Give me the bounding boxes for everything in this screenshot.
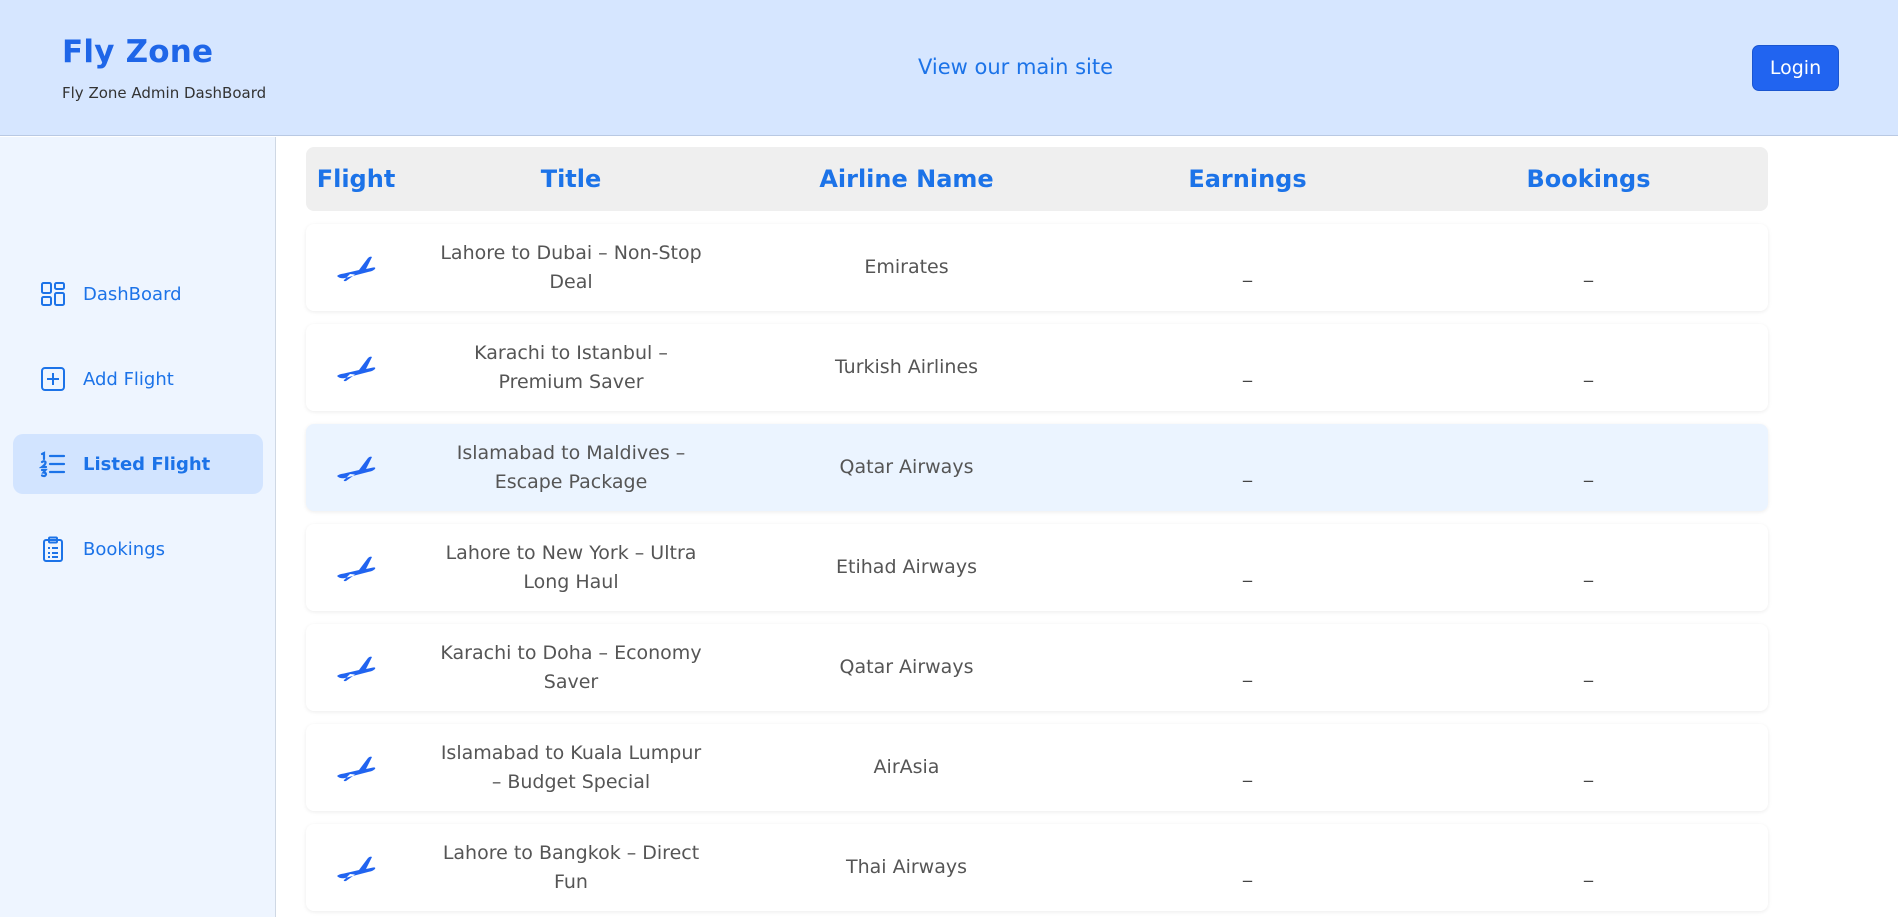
- clipboard-list-icon: [39, 535, 67, 563]
- table-header: Flight Title Airline Name Earnings Booki…: [306, 147, 1768, 211]
- sidebar-item-label: Add Flight: [83, 368, 174, 390]
- flight-cell: [306, 524, 406, 611]
- dashboard-grid-icon: [39, 280, 67, 308]
- flight-cell: [306, 324, 406, 411]
- sidebar-item-dashboard[interactable]: DashBoard: [13, 264, 263, 324]
- bookings-cell: _: [1584, 262, 1593, 283]
- airline-cell: Qatar Airways: [839, 656, 974, 678]
- sidebar-item-bookings[interactable]: Bookings: [13, 519, 263, 579]
- airplane-icon: [335, 353, 377, 383]
- top-header: Fly Zone Fly Zone Admin DashBoard View o…: [0, 0, 1898, 136]
- airline-cell: Turkish Airlines: [834, 356, 979, 378]
- airplane-icon: [335, 653, 377, 683]
- earnings-cell: _: [1243, 462, 1252, 483]
- title-cell: Lahore to Bangkok – Direct Fun: [442, 841, 700, 893]
- bookings-cell: _: [1584, 762, 1593, 783]
- plus-square-icon: [39, 365, 67, 393]
- bookings-cell: _: [1584, 462, 1593, 483]
- title-cell: Lahore to New York – Ultra Long Haul: [445, 541, 697, 593]
- column-header-title: Title: [540, 165, 602, 193]
- earnings-cell: _: [1243, 362, 1252, 383]
- airplane-icon: [335, 453, 377, 483]
- table-row[interactable]: Islamabad to Maldives – Escape Package Qa…: [306, 424, 1768, 511]
- column-header-bookings: Bookings: [1526, 165, 1651, 193]
- sidebar-item-label: Listed Flight: [83, 453, 211, 475]
- list-icon: [39, 450, 67, 478]
- table-row[interactable]: Karachi to Istanbul – Premium Saver Turki…: [306, 324, 1768, 411]
- flight-cell: [306, 624, 406, 711]
- airplane-icon: [335, 253, 377, 283]
- sidebar: DashBoard Add Flight Listed Flight Booki…: [0, 137, 276, 917]
- sidebar-item-listed-flight[interactable]: Listed Flight: [13, 434, 263, 494]
- airline-cell: AirAsia: [873, 756, 940, 778]
- title-cell: Islamabad to Kuala Lumpur – Budget Speci…: [440, 741, 702, 793]
- title-cell: Karachi to Doha – Economy Saver: [440, 641, 702, 693]
- earnings-cell: _: [1243, 862, 1252, 883]
- sidebar-item-label: DashBoard: [83, 283, 182, 305]
- sidebar-item-label: Bookings: [83, 538, 166, 560]
- flight-cell: [306, 724, 406, 811]
- flight-cell: [306, 224, 406, 311]
- login-button[interactable]: Login: [1752, 45, 1839, 91]
- flight-cell: [306, 424, 406, 511]
- column-header-earnings: Earnings: [1188, 165, 1307, 193]
- column-header-flight: Flight: [316, 165, 396, 193]
- bookings-cell: _: [1584, 662, 1593, 683]
- table-row[interactable]: Islamabad to Kuala Lumpur – Budget Speci…: [306, 724, 1768, 811]
- column-header-airline: Airline Name: [819, 165, 994, 193]
- airplane-icon: [335, 553, 377, 583]
- earnings-cell: _: [1243, 562, 1252, 583]
- airplane-icon: [335, 753, 377, 783]
- brand-title: Fly Zone: [62, 34, 214, 70]
- table-row[interactable]: Lahore to Dubai – Non-Stop Deal Emirates _…: [306, 224, 1768, 311]
- bookings-cell: _: [1584, 862, 1593, 883]
- title-cell: Karachi to Istanbul – Premium Saver: [474, 341, 668, 393]
- flight-cell: [306, 824, 406, 911]
- bookings-cell: _: [1584, 362, 1593, 383]
- table-row[interactable]: Karachi to Doha – Economy Saver Qatar Air…: [306, 624, 1768, 711]
- earnings-cell: _: [1243, 662, 1252, 683]
- airline-cell: Thai Airways: [845, 856, 968, 878]
- airplane-icon: [335, 853, 377, 883]
- earnings-cell: _: [1243, 762, 1252, 783]
- airline-cell: Emirates: [864, 256, 949, 278]
- title-cell: Islamabad to Maldives – Escape Package: [456, 441, 686, 493]
- title-cell: Lahore to Dubai – Non-Stop Deal: [440, 241, 702, 293]
- table-row[interactable]: Lahore to New York – Ultra Long Haul Etih…: [306, 524, 1768, 611]
- airline-cell: Qatar Airways: [839, 456, 974, 478]
- earnings-cell: _: [1243, 262, 1252, 283]
- brand-subtitle: Fly Zone Admin DashBoard: [62, 84, 267, 102]
- bookings-cell: _: [1584, 562, 1593, 583]
- airline-cell: Etihad Airways: [836, 556, 977, 578]
- table-row[interactable]: Lahore to Bangkok – Direct Fun Thai Airwa…: [306, 824, 1768, 911]
- sidebar-item-add-flight[interactable]: Add Flight: [13, 349, 263, 409]
- main-site-link[interactable]: View our main site: [918, 55, 1113, 79]
